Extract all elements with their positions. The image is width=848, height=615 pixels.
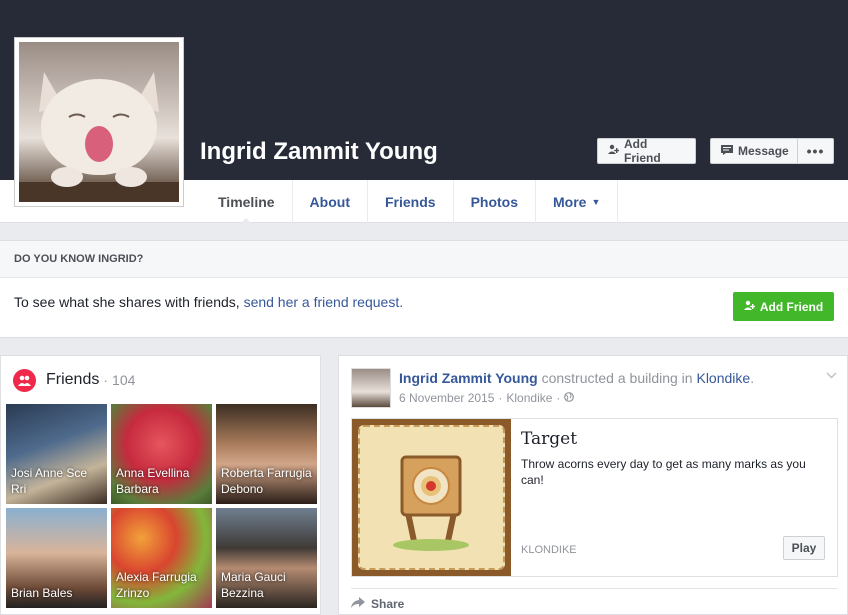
friend-name[interactable]: Brian Bales xyxy=(11,585,103,601)
post-card: Ingrid Zammit Young constructed a buildi… xyxy=(338,355,848,615)
target-image xyxy=(358,425,505,570)
add-friend-icon xyxy=(608,144,620,158)
post-place-link[interactable]: Klondike xyxy=(696,370,750,386)
profile-name[interactable]: Ingrid Zammit Young xyxy=(200,138,438,166)
friend-name[interactable]: Alexia Farrugia Zrinzo xyxy=(116,569,208,601)
post-author-link[interactable]: Ingrid Zammit Young xyxy=(399,370,538,386)
friend-request-link[interactable]: send her a friend request. xyxy=(244,294,404,310)
attachment-site: KLONDIKE xyxy=(521,544,577,556)
friend-tile[interactable]: Roberta Farrugia Debono xyxy=(216,404,317,504)
tab-photos[interactable]: Photos xyxy=(454,180,537,223)
add-friend-label: Add Friend xyxy=(624,137,661,165)
friend-tile[interactable]: Alexia Farrugia Zrinzo xyxy=(111,508,212,608)
play-button[interactable]: Play xyxy=(783,536,825,560)
friend-name[interactable]: Josi Anne Sce Rri xyxy=(11,465,103,497)
friend-name[interactable]: Roberta Farrugia Debono xyxy=(221,465,313,497)
friends-title[interactable]: Friends xyxy=(46,371,99,389)
post-period: . xyxy=(750,370,755,386)
add-friend-button[interactable]: Add Friend xyxy=(597,137,696,165)
post-date[interactable]: 6 November 2015 xyxy=(399,391,494,405)
attachment-title[interactable]: Target xyxy=(521,429,577,449)
friends-card: Friends · 104 Josi Anne Sce Rri Anna Eve… xyxy=(0,355,321,615)
share-button[interactable]: Share xyxy=(351,588,838,611)
post-author-avatar[interactable] xyxy=(351,368,391,408)
nav-tabs: Timeline About Friends Photos More ▼ xyxy=(201,180,619,224)
message-button[interactable]: Message xyxy=(710,138,798,164)
post-action-text: constructed a building in xyxy=(541,370,693,386)
tab-friends[interactable]: Friends xyxy=(368,180,454,223)
tab-label: Timeline xyxy=(218,193,275,210)
message-icon xyxy=(721,144,733,158)
friend-tile[interactable]: Anna Evellina Barbara xyxy=(111,404,212,504)
do-you-know-heading: DO YOU KNOW INGRID? xyxy=(0,241,848,278)
know-text: To see what she shares with friends, xyxy=(14,294,244,310)
post-header: Ingrid Zammit Young constructed a buildi… xyxy=(399,370,754,386)
globe-icon xyxy=(564,391,575,405)
attachment-description: Throw acorns every day to get as many ma… xyxy=(521,457,806,487)
meta-separator: · xyxy=(556,391,561,405)
do-you-know-text: To see what she shares with friends, sen… xyxy=(0,278,848,326)
more-dots-icon: ••• xyxy=(806,143,825,159)
game-attachment[interactable]: Target Throw acorns every day to get as … xyxy=(351,418,838,577)
game-thumbnail[interactable] xyxy=(352,419,511,576)
post-meta: 6 November 2015 · Klondike · xyxy=(399,391,575,405)
tab-label: Photos xyxy=(470,193,519,210)
friend-tile[interactable]: Josi Anne Sce Rri xyxy=(6,404,107,504)
friends-grid: Josi Anne Sce Rri Anna Evellina Barbara … xyxy=(6,404,317,608)
friends-count: 104 xyxy=(112,372,136,388)
meta-separator: · xyxy=(498,391,503,405)
share-label: Share xyxy=(371,597,405,611)
tab-about[interactable]: About xyxy=(293,180,368,223)
friend-tile[interactable]: Brian Bales xyxy=(6,508,107,608)
add-friend-icon xyxy=(743,300,756,314)
post-options-chevron-icon[interactable] xyxy=(826,368,837,382)
tab-timeline[interactable]: Timeline xyxy=(201,180,293,224)
tab-more[interactable]: More ▼ xyxy=(536,180,619,223)
do-you-know-card: DO YOU KNOW INGRID? To see what she shar… xyxy=(0,240,848,338)
share-icon xyxy=(351,597,365,611)
friends-separator: · xyxy=(103,372,109,388)
tab-label: Friends xyxy=(384,193,436,210)
kitten-photo xyxy=(19,42,179,202)
add-friend-green-label: Add Friend xyxy=(759,299,824,314)
tab-label: About xyxy=(309,193,350,210)
post-app[interactable]: Klondike xyxy=(506,391,552,405)
message-label: Message xyxy=(738,144,789,158)
friend-name[interactable]: Maria Gauci Bezzina xyxy=(221,569,313,601)
add-friend-green-button[interactable]: Add Friend xyxy=(733,292,834,321)
friends-header[interactable]: Friends · 104 xyxy=(1,356,320,404)
friend-tile[interactable]: Maria Gauci Bezzina xyxy=(216,508,317,608)
profile-picture[interactable] xyxy=(14,37,184,207)
friends-icon xyxy=(13,368,36,392)
caret-down-icon: ▼ xyxy=(591,196,601,207)
more-options-button[interactable]: ••• xyxy=(797,138,834,164)
tab-label: More xyxy=(553,193,587,210)
friend-name[interactable]: Anna Evellina Barbara xyxy=(116,465,208,497)
